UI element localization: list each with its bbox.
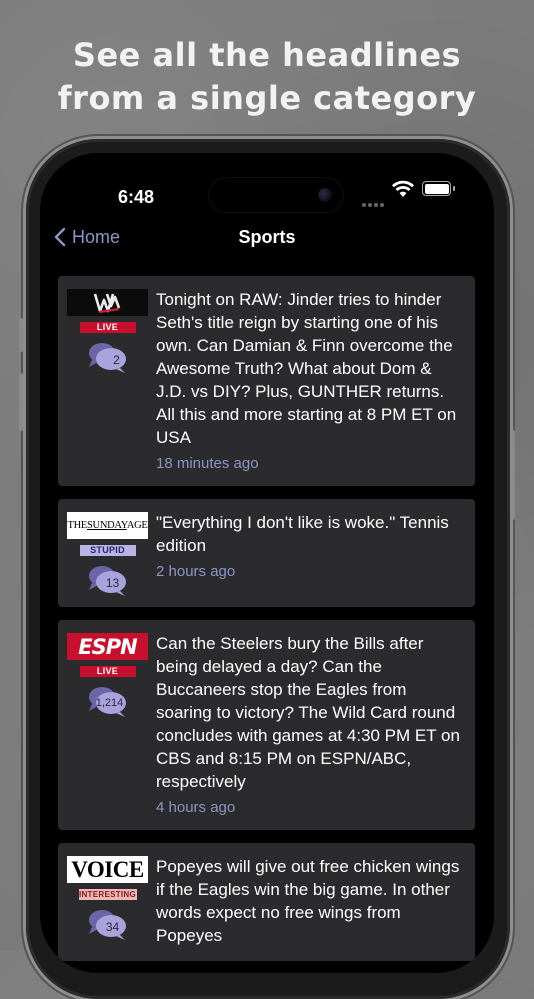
mute-switch bbox=[19, 318, 23, 352]
headline-text[interactable]: Popeyes will give out free chicken wings… bbox=[156, 855, 461, 947]
source-column: VOICE INTERESTING 34 bbox=[67, 856, 148, 941]
status-time: 6:48 bbox=[117, 187, 155, 207]
comment-count: 13 bbox=[105, 576, 120, 590]
comments-badge[interactable]: 34 bbox=[86, 907, 130, 941]
voice-logo: VOICE bbox=[67, 856, 148, 883]
timestamp: 2 hours ago bbox=[156, 563, 236, 580]
cellular-signal-icon bbox=[362, 194, 386, 212]
battery-icon bbox=[422, 181, 455, 196]
headline-card[interactable]: ESPN LIVE 1,214 Can the Steelers bury th… bbox=[58, 620, 475, 830]
camera-icon bbox=[318, 188, 332, 202]
page-title: Sports bbox=[238, 227, 296, 247]
comments-badge[interactable]: 13 bbox=[86, 563, 130, 597]
power-button bbox=[511, 430, 515, 520]
source-column: ESPN LIVE 1,214 bbox=[67, 633, 148, 718]
headline-list: LIVE 2 Tonight on RAW: Jinder tries to h… bbox=[58, 276, 475, 973]
timestamp: 4 hours ago bbox=[156, 799, 236, 816]
volume-up-button bbox=[19, 373, 23, 431]
source-column: LIVE 2 bbox=[67, 289, 148, 374]
category-tag: INTERESTING bbox=[78, 889, 137, 900]
comments-badge[interactable]: 1,214 bbox=[86, 684, 130, 718]
category-tag: LIVE bbox=[79, 322, 136, 333]
headline-card[interactable]: LIVE 2 Tonight on RAW: Jinder tries to h… bbox=[58, 276, 475, 486]
promo-line-1: See all the headlines bbox=[72, 36, 462, 74]
phone-screen: 6:48 Home Sports LIVE 2 Tonight on RAW: … bbox=[40, 153, 494, 973]
source-column: THESUNDAYAGE STUPID 13 bbox=[67, 512, 148, 597]
headline-text[interactable]: Tonight on RAW: Jinder tries to hinder S… bbox=[156, 288, 461, 449]
headline-card[interactable]: VOICE INTERESTING 34 Popeyes will give o… bbox=[58, 843, 475, 961]
espn-logo: ESPN bbox=[67, 633, 148, 660]
category-tag: LIVE bbox=[79, 666, 136, 677]
headline-card[interactable]: THESUNDAYAGE STUPID 13 "Everything I don… bbox=[58, 499, 475, 607]
wwe-logo bbox=[67, 289, 148, 316]
headline-text[interactable]: "Everything I don't like is woke." Tenni… bbox=[156, 511, 461, 557]
dynamic-island bbox=[208, 177, 344, 213]
category-tag: STUPID bbox=[79, 545, 136, 556]
comments-badge[interactable]: 2 bbox=[86, 340, 130, 374]
wwe-logo-icon bbox=[93, 293, 120, 313]
the-sunday-age-logo: THESUNDAYAGE bbox=[67, 512, 148, 539]
comment-count: 2 bbox=[113, 353, 120, 367]
timestamp: 18 minutes ago bbox=[156, 455, 259, 472]
headline-text[interactable]: Can the Steelers bury the Bills after be… bbox=[156, 632, 461, 793]
promo-heading: See all the headlines from a single cate… bbox=[0, 34, 534, 120]
comment-count: 34 bbox=[105, 920, 120, 934]
promo-line-2: from a single category bbox=[57, 79, 477, 117]
wifi-icon bbox=[392, 180, 414, 197]
comment-count: 1,214 bbox=[95, 697, 124, 709]
